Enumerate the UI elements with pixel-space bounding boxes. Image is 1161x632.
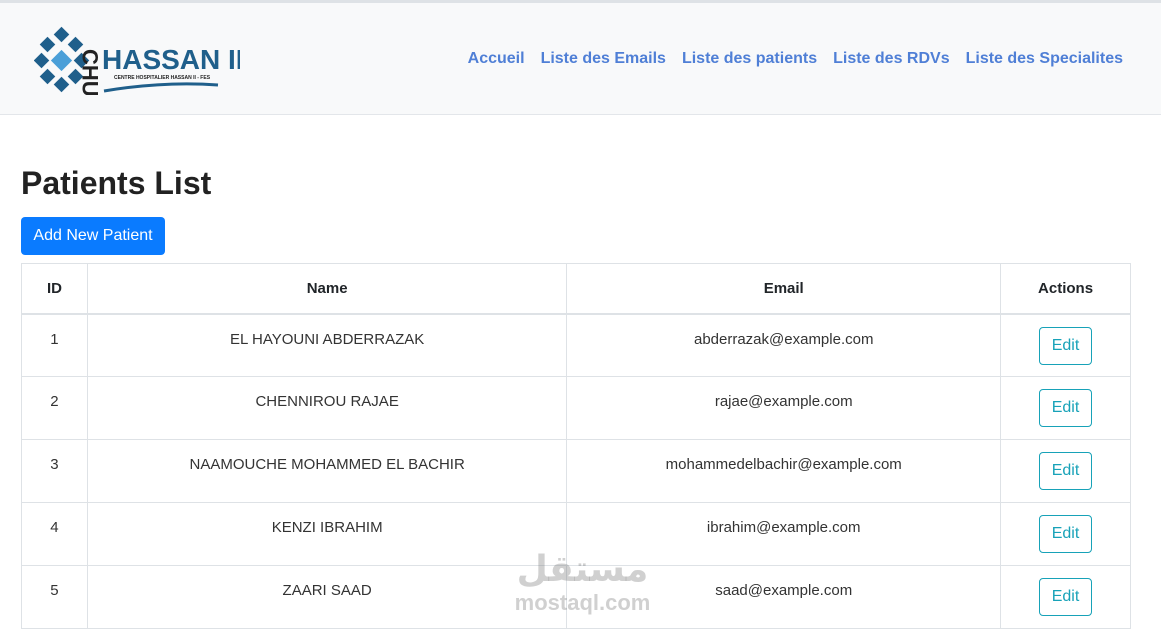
patient-name: NAAMOUCHE MOHAMMED EL BACHIR [86,439,568,503]
patient-id: 5 [21,565,88,629]
edit-button[interactable]: Edit [1039,326,1093,365]
column-header-name: Name [86,263,568,315]
nav-link-accueil[interactable]: Accueil [468,50,525,68]
edit-button[interactable]: Edit [1039,515,1093,553]
column-header-actions: Actions [1000,263,1131,315]
table-header-row: ID Name Email Actions [21,263,1131,315]
patient-id: 1 [21,313,88,377]
patient-id: 4 [21,502,88,566]
patient-email: rajae@example.com [566,376,1002,440]
table-row: 1 EL HAYOUNI ABDERRAZAK abderrazak@examp… [21,313,1131,377]
table-row: 5 ZAARI SAAD saad@example.com Edit [21,565,1131,629]
patient-actions: Edit [1000,313,1131,377]
edit-button[interactable]: Edit [1039,578,1093,616]
patient-name: ZAARI SAAD [86,565,568,629]
patient-id: 2 [21,376,88,440]
nav-link-emails[interactable]: Liste des Emails [541,50,666,68]
svg-text:CENTRE HOSPITALIER HASSAN II -: CENTRE HOSPITALIER HASSAN II - FES [114,75,211,81]
table-row: 4 KENZI IBRAHIM ibrahim@example.com Edit [21,502,1131,566]
column-header-id: ID [21,263,88,315]
patient-actions: Edit [1000,376,1131,440]
patient-email: ibrahim@example.com [566,502,1002,566]
patient-id: 3 [21,439,88,503]
edit-button[interactable]: Edit [1039,389,1093,427]
patients-table: ID Name Email Actions 1 EL HAYOUNI ABDER… [21,263,1131,629]
patient-email: abderrazak@example.com [566,313,1002,377]
patient-actions: Edit [1000,565,1131,629]
edit-button[interactable]: Edit [1039,452,1093,490]
patient-name: CHENNIROU RAJAE [86,376,568,440]
table-row: 2 CHENNIROU RAJAE rajae@example.com Edit [21,376,1131,440]
navbar: CHU HASSAN II CENTRE HOSPITALIER HASSAN … [0,3,1161,115]
nav-menu: Accueil Liste des Emails Liste des patie… [468,50,1123,68]
svg-text:CHU: CHU [78,49,103,95]
patient-actions: Edit [1000,439,1131,503]
patient-name: EL HAYOUNI ABDERRAZAK [86,313,568,377]
patient-email: mohammedelbachir@example.com [566,439,1002,503]
svg-text:HASSAN II: HASSAN II [102,44,240,75]
nav-link-specialites[interactable]: Liste des Specialites [966,50,1123,68]
table-row: 3 NAAMOUCHE MOHAMMED EL BACHIR mohammede… [21,439,1131,503]
nav-link-patients[interactable]: Liste des patients [682,50,817,68]
patient-email: saad@example.com [566,565,1002,629]
column-header-email: Email [566,263,1002,315]
chu-hassan-logo[interactable]: CHU HASSAN II CENTRE HOSPITALIER HASSAN … [34,25,240,95]
page-title: Patients List [21,165,212,201]
patient-name: KENZI IBRAHIM [86,502,568,566]
add-new-patient-button[interactable]: Add New Patient [21,217,165,255]
patient-actions: Edit [1000,502,1131,566]
nav-link-rdvs[interactable]: Liste des RDVs [833,50,949,68]
